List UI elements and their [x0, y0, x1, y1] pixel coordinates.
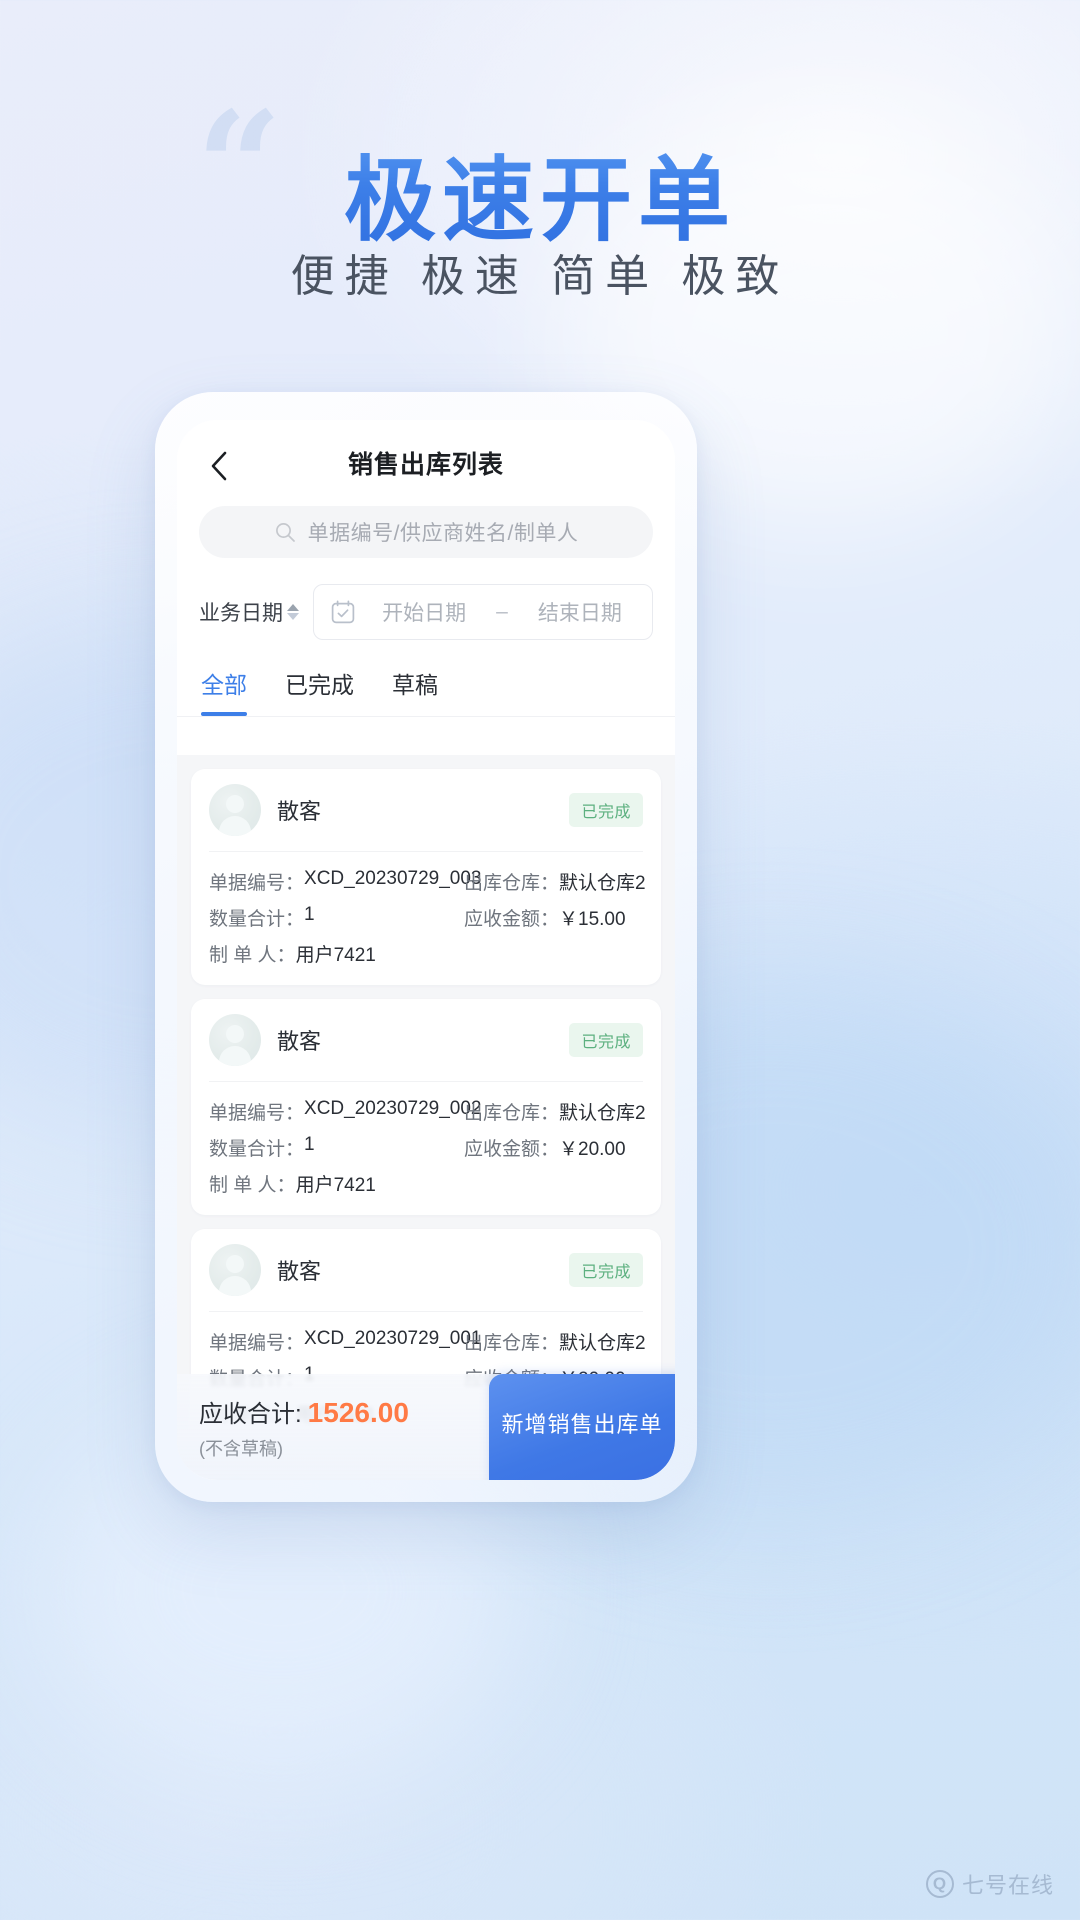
amount-label: 应收金额： — [464, 909, 560, 930]
bottom-summary-bar: 应收合计: 1526.00 (不含草稿) 新增销售出库单 — [177, 1374, 675, 1480]
tab-completed[interactable]: 已完成 — [285, 666, 354, 716]
hero-subtitle: 便捷 极速 简单 极致 — [290, 252, 790, 301]
watermark-logo-icon: Q — [925, 1870, 954, 1898]
customer-name: 散客 — [277, 1029, 322, 1054]
sort-updown-icon — [287, 604, 299, 620]
qty-value: 1 — [304, 904, 315, 925]
doc-no-label: 单据编号： — [209, 873, 305, 894]
maker-value: 用户7421 — [295, 1175, 376, 1196]
doc-no-cell: 单据编号： XCD_20230729_002 — [209, 1098, 482, 1125]
maker-label: 制 单 人： — [209, 945, 296, 966]
amount-value: ￥20.00 — [559, 1139, 626, 1160]
doc-no-value: XCD_20230729_002 — [304, 1098, 482, 1119]
amount-cell: 应收金额： ￥15.00 — [464, 904, 643, 931]
table-row: 制 单 人： 用户7421 — [209, 1170, 643, 1197]
date-range-separator: – — [496, 600, 508, 623]
qty-cell: 数量合计： 1 — [209, 904, 464, 931]
totals-block: 应收合计: 1526.00 (不含草稿) — [199, 1394, 409, 1461]
order-list[interactable]: 散客 已完成 单据编号： XCD_20230729_003 出库仓库： 默认仓库… — [177, 755, 675, 1480]
warehouse-cell: 出库仓库： 默认仓库2 — [464, 868, 646, 895]
maker-value: 用户7421 — [295, 945, 376, 966]
end-date-input[interactable]: 结束日期 — [524, 597, 636, 627]
card-body: 单据编号： XCD_20230729_003 出库仓库： 默认仓库2 数量合计：… — [209, 851, 646, 985]
card-header: 散客 已完成 — [209, 769, 643, 851]
avatar — [209, 1244, 261, 1296]
table-row: 数量合计： 1 应收金额： ￥20.00 — [209, 1134, 643, 1161]
list-item[interactable]: 散客 已完成 单据编号： XCD_20230729_002 出库仓库： 默认仓库… — [191, 999, 661, 1215]
maker-cell: 制 单 人： 用户7421 — [209, 1170, 464, 1197]
customer-name: 散客 — [277, 799, 322, 824]
calendar-check-icon — [330, 599, 356, 625]
date-range-field[interactable]: 开始日期 – 结束日期 — [313, 584, 653, 640]
qty-label: 数量合计： — [209, 909, 305, 930]
date-filter-row: 业务日期 开始日期 – 结束日期 — [177, 558, 675, 640]
warehouse-value: 默认仓库2 — [559, 1333, 646, 1354]
table-row: 单据编号： XCD_20230729_002 出库仓库： 默认仓库2 — [209, 1098, 646, 1125]
warehouse-cell: 出库仓库： 默认仓库2 — [464, 1328, 646, 1355]
warehouse-cell: 出库仓库： 默认仓库2 — [464, 1098, 646, 1125]
status-badge: 已完成 — [569, 1253, 643, 1287]
start-date-input[interactable]: 开始日期 — [368, 597, 480, 627]
search-input[interactable]: 单据编号/供应商姓名/制单人 — [199, 506, 653, 558]
watermark: Q 七号在线 — [925, 1868, 1054, 1900]
status-badge: 已完成 — [569, 793, 643, 827]
warehouse-value: 默认仓库2 — [559, 1103, 646, 1124]
tab-all[interactable]: 全部 — [201, 666, 247, 716]
qty-label: 数量合计： — [209, 1139, 305, 1160]
doc-no-value: XCD_20230729_001 — [304, 1328, 482, 1349]
maker-label: 制 单 人： — [209, 1175, 296, 1196]
search-placeholder: 单据编号/供应商姓名/制单人 — [307, 522, 579, 545]
amount-label: 应收金额： — [464, 1139, 560, 1160]
card-header: 散客 已完成 — [209, 999, 643, 1081]
doc-no-value: XCD_20230729_003 — [304, 868, 482, 889]
card-body: 单据编号： XCD_20230729_002 出库仓库： 默认仓库2 数量合计：… — [209, 1081, 646, 1215]
table-row: 单据编号： XCD_20230729_001 出库仓库： 默认仓库2 — [209, 1328, 646, 1355]
hero-section: “ 极速开单 便捷 极速 简单 极致 — [0, 0, 1080, 400]
total-label: 应收合计: — [199, 1400, 302, 1428]
table-row: 制 单 人： 用户7421 — [209, 940, 643, 967]
qty-cell: 数量合计： 1 — [209, 1134, 464, 1161]
tab-draft[interactable]: 草稿 — [392, 666, 438, 716]
warehouse-value: 默认仓库2 — [559, 873, 646, 894]
status-badge: 已完成 — [569, 1023, 643, 1057]
total-value: 1526.00 — [307, 1396, 409, 1428]
qty-value: 1 — [304, 1134, 315, 1155]
phone-mockup: 销售出库列表 单据编号/供应商姓名/制单人 业务日期 开始日期 – 结束日期 全… — [155, 392, 697, 1502]
doc-no-label: 单据编号： — [209, 1103, 305, 1124]
total-note: (不含草稿) — [199, 1438, 283, 1459]
business-date-label: 业务日期 — [199, 602, 283, 625]
customer-name: 散客 — [277, 1259, 322, 1284]
maker-cell: 制 单 人： 用户7421 — [209, 940, 464, 967]
status-tabs: 全部 已完成 草稿 — [177, 640, 675, 717]
page-title: 销售出库列表 — [347, 451, 504, 479]
warehouse-label: 出库仓库： — [464, 1333, 560, 1354]
amount-value: ￥15.00 — [559, 909, 626, 930]
search-icon — [274, 521, 296, 543]
phone-screen: 销售出库列表 单据编号/供应商姓名/制单人 业务日期 开始日期 – 结束日期 全… — [177, 420, 675, 1480]
amount-cell: 应收金额： ￥20.00 — [464, 1134, 643, 1161]
business-date-sort[interactable]: 业务日期 — [199, 597, 299, 627]
doc-no-label: 单据编号： — [209, 1333, 305, 1354]
search-section: 单据编号/供应商姓名/制单人 — [177, 506, 675, 558]
avatar — [209, 784, 261, 836]
card-header: 散客 已完成 — [209, 1229, 643, 1311]
table-row: 单据编号： XCD_20230729_003 出库仓库： 默认仓库2 — [209, 868, 646, 895]
warehouse-label: 出库仓库： — [464, 873, 560, 894]
warehouse-label: 出库仓库： — [464, 1103, 560, 1124]
watermark-text: 七号在线 — [961, 1873, 1054, 1898]
app-navbar: 销售出库列表 — [177, 420, 675, 506]
list-item[interactable]: 散客 已完成 单据编号： XCD_20230729_003 出库仓库： 默认仓库… — [191, 769, 661, 985]
doc-no-cell: 单据编号： XCD_20230729_003 — [209, 868, 482, 895]
table-row: 数量合计： 1 应收金额： ￥15.00 — [209, 904, 643, 931]
avatar — [209, 1014, 261, 1066]
doc-no-cell: 单据编号： XCD_20230729_001 — [209, 1328, 482, 1355]
add-sales-outbound-button[interactable]: 新增销售出库单 — [489, 1374, 675, 1480]
